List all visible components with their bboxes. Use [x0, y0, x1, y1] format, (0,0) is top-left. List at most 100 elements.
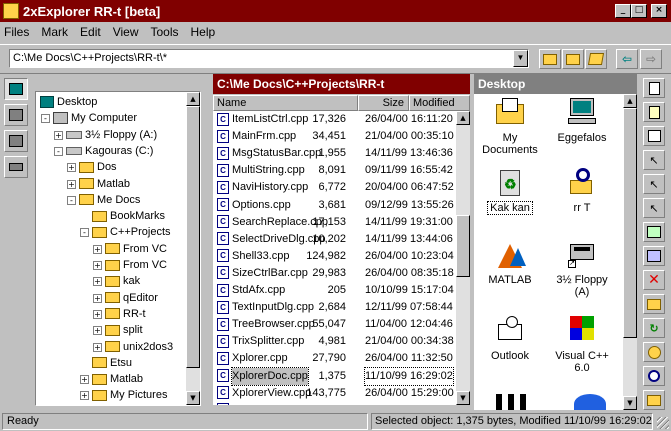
tree-expander[interactable]: +: [67, 179, 76, 189]
tree-item[interactable]: From VC: [105, 257, 167, 273]
desktop-item[interactable]: ♻ Kak kan: [474, 166, 546, 215]
title-bar[interactable]: 2xExplorer RR-t [beta] _ □ ×: [0, 0, 671, 22]
invert-selection-button[interactable]: ↖: [643, 198, 665, 218]
copy-to-button[interactable]: [643, 222, 665, 242]
desktop-item[interactable]: My Documents: [474, 96, 546, 156]
up-folder-button[interactable]: [539, 49, 561, 69]
bookmarks-button[interactable]: [643, 390, 665, 410]
file-row[interactable]: C SizeCtrlBar.cpp 29,983 26/04/00 08:35:18: [213, 265, 456, 282]
tree-item[interactable]: BookMarks: [92, 208, 165, 224]
tree-item[interactable]: Dos: [79, 159, 117, 175]
file-scroll-down[interactable]: ▼: [456, 391, 470, 405]
tree-scroll-down[interactable]: ▼: [186, 391, 200, 405]
file-list[interactable]: C ItemListCtrl.cpp 17,326 26/04/00 16:11:20…: [213, 111, 456, 405]
tree-item[interactable]: Kagouras (C:): [66, 143, 153, 159]
file-row[interactable]: C TextInputDlg.cpp 2,684 12/11/99 07:58:44: [213, 299, 456, 316]
desktop-item[interactable]: rr T: [546, 166, 618, 214]
folder-tree[interactable]: Desktop - My Computer +3½ Floppy (A:) - Kagou…: [35, 91, 201, 406]
tree-expander[interactable]: +: [54, 130, 63, 140]
column-modified[interactable]: Modified: [409, 95, 470, 111]
move-to-button[interactable]: [643, 246, 665, 266]
file-row[interactable]: C Options.cpp 3,681 09/12/99 13:55:26: [213, 197, 456, 214]
tree-item[interactable]: C++Projects: [92, 224, 171, 240]
close-button[interactable]: ×: [651, 4, 667, 18]
tree-item[interactable]: Desktop: [40, 94, 97, 110]
tree-expander[interactable]: -: [41, 114, 50, 124]
tree-expander[interactable]: +: [67, 163, 76, 173]
refresh-button[interactable]: ↻: [643, 318, 665, 338]
menu-edit[interactable]: Edit: [80, 25, 101, 39]
tree-item[interactable]: Matlab: [92, 371, 143, 387]
file-row[interactable]: C XplorerDoc.cpp 1,375 11/10/99 16:29:02: [213, 366, 456, 386]
delete-button[interactable]: ✕: [643, 270, 665, 290]
file-row[interactable]: C TreeBrowser.cpp 55,047 11/04/00 12:04:46: [213, 316, 456, 333]
copy-name-button[interactable]: [643, 102, 665, 122]
view-computer-button[interactable]: [4, 130, 28, 152]
tree-expander[interactable]: +: [93, 326, 102, 336]
view-drive-button[interactable]: [4, 156, 28, 178]
tree-item[interactable]: My Pictures: [92, 387, 167, 403]
tree-item[interactable]: qEditor: [105, 290, 158, 306]
tree-expander[interactable]: +: [93, 293, 102, 303]
file-scroll-up[interactable]: ▲: [456, 111, 470, 125]
tree-expander[interactable]: +: [93, 261, 102, 270]
desktop-icon-view[interactable]: My Documents Eggefalos ♻ Kak kan rr T MATLAB ↗…: [474, 94, 623, 410]
column-name[interactable]: Name: [213, 95, 358, 111]
bookmark-button[interactable]: [585, 49, 607, 69]
menu-files[interactable]: Files: [4, 25, 29, 39]
tree-expander[interactable]: +: [93, 309, 102, 319]
desktop-vertical-scrollbar[interactable]: ▲ ▼: [623, 94, 637, 410]
tree-expander[interactable]: +: [80, 375, 89, 385]
ie-icon[interactable]: [574, 394, 606, 410]
chess-icon[interactable]: [496, 394, 528, 410]
tree-item[interactable]: From VC: [105, 241, 167, 257]
tree-item[interactable]: Me Docs: [79, 192, 140, 208]
file-row[interactable]: C XplorerView.cpp 143,775 26/04/00 15:29:00: [213, 385, 456, 402]
file-row[interactable]: C Xplorer.cpp 27,790 26/04/00 11:32:50: [213, 350, 456, 367]
menu-view[interactable]: View: [113, 25, 139, 39]
menu-tools[interactable]: Tools: [151, 25, 179, 39]
tree-expander[interactable]: +: [93, 244, 102, 254]
tree-vertical-scrollbar[interactable]: ▲ ▼: [186, 92, 200, 405]
properties-button[interactable]: [643, 126, 665, 146]
tree-item[interactable]: 3½ Floppy (A:): [66, 127, 157, 143]
tree-scroll-up[interactable]: ▲: [186, 92, 200, 106]
find-button[interactable]: [643, 366, 665, 386]
desktop-item[interactable]: Eggefalos: [546, 96, 618, 144]
minimize-button[interactable]: _: [615, 4, 631, 18]
file-row[interactable]: C SelectDriveDlg.cpp 10,202 14/11/99 13:44:…: [213, 231, 456, 248]
file-row[interactable]: C MultiString.cpp 8,091 09/11/99 16:55:42: [213, 162, 456, 179]
file-row[interactable]: CXplorer.dsp 8,771 21/04/00 00:04:40: [213, 402, 456, 405]
tree-expander[interactable]: +: [93, 277, 102, 287]
file-row[interactable]: C NaviHistory.cpp 6,772 20/04/00 06:47:52: [213, 179, 456, 196]
select-all-button[interactable]: ↖: [643, 150, 665, 170]
desktop-scroll-thumb[interactable]: [623, 108, 637, 338]
desktop-item[interactable]: MATLAB: [474, 238, 546, 286]
address-input[interactable]: C:\Me Docs\C++Projects\RR-t\* ▼: [9, 49, 529, 68]
rename-button[interactable]: [643, 294, 665, 314]
view-desktop-button[interactable]: [4, 78, 28, 100]
desktop-item[interactable]: Outlook: [474, 314, 546, 362]
tree-item[interactable]: unix2dos3: [105, 339, 173, 355]
view-network-button[interactable]: [4, 104, 28, 126]
file-row[interactable]: C ItemListCtrl.cpp 17,326 26/04/00 16:11:20: [213, 111, 456, 128]
forward-button[interactable]: ⇨: [640, 49, 662, 69]
maximize-button[interactable]: □: [631, 4, 647, 18]
column-size[interactable]: Size: [358, 95, 409, 111]
tree-expander[interactable]: -: [80, 228, 89, 238]
file-row[interactable]: C MainFrm.cpp 34,451 21/04/00 00:35:10: [213, 128, 456, 145]
file-vertical-scrollbar[interactable]: ▲ ▼: [456, 111, 470, 405]
desktop-item[interactable]: Visual C++ 6.0: [546, 314, 618, 374]
tree-item[interactable]: My Computer: [53, 110, 137, 126]
tree-item[interactable]: Etsu: [92, 355, 132, 371]
back-button[interactable]: ⇦: [616, 49, 638, 69]
desktop-scroll-down[interactable]: ▼: [623, 396, 637, 410]
file-row[interactable]: C StdAfx.cpp 205 10/10/99 15:17:04: [213, 282, 456, 299]
file-row[interactable]: C SearchReplace.cpp 17,153 14/11/99 19:31:0…: [213, 214, 456, 231]
desktop-scroll-up[interactable]: ▲: [623, 94, 637, 108]
tree-scroll-thumb[interactable]: [186, 106, 200, 368]
menu-help[interactable]: Help: [191, 25, 216, 39]
file-row[interactable]: C Shell33.cpp 124,982 26/04/00 10:23:04: [213, 248, 456, 265]
tree-item[interactable]: split: [105, 322, 143, 338]
tree-expander[interactable]: +: [93, 342, 102, 352]
